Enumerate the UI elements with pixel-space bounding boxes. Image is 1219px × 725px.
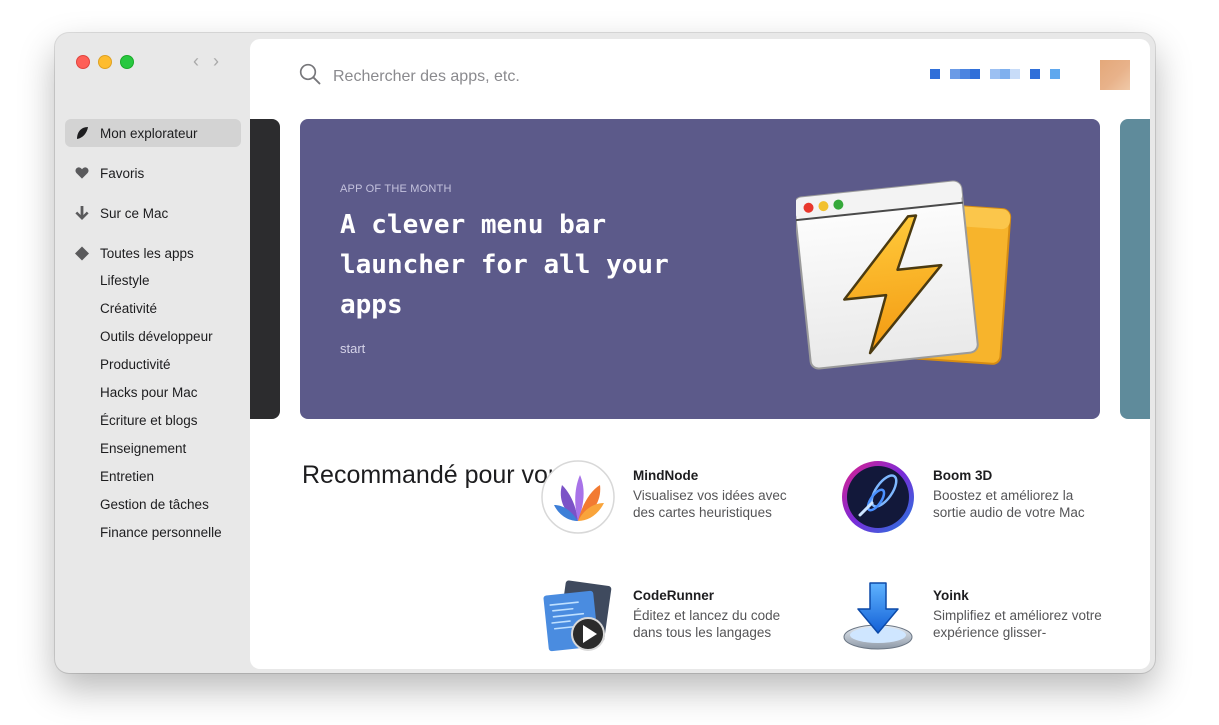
category-finance-personnelle[interactable]: Finance personnelle xyxy=(65,519,241,547)
category-ecriture-et-blogs[interactable]: Écriture et blogs xyxy=(65,407,241,435)
featured-banner[interactable]: APP OF THE MONTH A clever menu bar launc… xyxy=(300,119,1100,419)
recommended-app-boom-3d[interactable]: Boom 3D Boostez et améliorez la sortie a… xyxy=(840,459,1103,535)
app-description: Simplifiez et améliorez votre expérience… xyxy=(933,608,1102,640)
zoom-window-button[interactable] xyxy=(120,55,134,69)
boom3d-icon xyxy=(842,461,914,533)
category-gestion-de-taches[interactable]: Gestion de tâches xyxy=(65,491,241,519)
coderunner-icon xyxy=(543,580,612,652)
app-name: Boom 3D xyxy=(933,468,993,483)
category-outils-developpeur[interactable]: Outils développeur xyxy=(65,323,241,351)
navigation-arrows: ‹ › xyxy=(193,52,219,70)
category-enseignement[interactable]: Enseignement xyxy=(65,435,241,463)
search-input[interactable] xyxy=(331,66,635,87)
heart-icon xyxy=(75,166,89,180)
minimize-window-button[interactable] xyxy=(98,55,112,69)
recommended-section-title: Recommandé pour vous xyxy=(302,461,575,489)
category-entretien[interactable]: Entretien xyxy=(65,463,241,491)
sidebar-item-label: Toutes les apps xyxy=(100,245,194,261)
search-bar xyxy=(299,63,635,90)
category-productivite[interactable]: Productivité xyxy=(65,351,241,379)
recommended-app-yoink[interactable]: Yoink Simplifiez et améliorez votre expé… xyxy=(840,579,1103,655)
category-lifestyle[interactable]: Lifestyle xyxy=(65,267,241,295)
app-name: CodeRunner xyxy=(633,588,714,603)
close-window-button[interactable] xyxy=(76,55,90,69)
app-window: ‹ › Mon explorateur Favoris Sur ce Mac T… xyxy=(55,33,1155,673)
app-name: Yoink xyxy=(933,588,969,603)
diamond-icon xyxy=(75,246,89,260)
previous-banner-peek[interactable] xyxy=(250,119,280,419)
category-creativite[interactable]: Créativité xyxy=(65,295,241,323)
window-controls xyxy=(76,55,134,69)
search-icon xyxy=(299,63,321,90)
banner-headline: A clever menu bar launcher for all your … xyxy=(340,210,669,320)
start-app-icon xyxy=(796,180,1012,370)
yoink-icon xyxy=(843,582,913,650)
sidebar-item-label: Mon explorateur xyxy=(100,125,198,141)
app-name: MindNode xyxy=(633,468,699,483)
next-banner-peek[interactable] xyxy=(1120,119,1150,419)
leaf-icon xyxy=(75,126,89,140)
recommended-app-coderunner[interactable]: CodeRunner Éditez et lancez du code dans… xyxy=(540,579,803,655)
avatar[interactable] xyxy=(1100,60,1130,90)
main-content: APP OF THE MONTH A clever menu bar launc… xyxy=(250,39,1150,669)
banner-kicker: APP OF THE MONTH xyxy=(340,183,452,195)
chevron-right-icon[interactable]: › xyxy=(213,52,219,70)
mindnode-icon xyxy=(541,460,615,534)
app-description: Éditez et lancez du code dans tous les l… xyxy=(633,608,781,640)
user-name-redacted xyxy=(930,69,1060,79)
sidebar: Mon explorateur Favoris Sur ce Mac Toute… xyxy=(65,119,241,547)
app-description: Boostez et améliorez la sortie audio de … xyxy=(933,488,1085,520)
sidebar-item-label: Sur ce Mac xyxy=(100,205,169,221)
recommended-app-mindnode[interactable]: MindNode Visualisez vos idées avec des c… xyxy=(540,459,803,535)
sidebar-item-favoris[interactable]: Favoris xyxy=(65,159,241,187)
category-hacks-pour-mac[interactable]: Hacks pour Mac xyxy=(65,379,241,407)
sidebar-item-mon-explorateur[interactable]: Mon explorateur xyxy=(65,119,241,147)
chevron-left-icon[interactable]: ‹ xyxy=(193,52,199,70)
arrow-down-icon xyxy=(75,205,89,220)
sidebar-item-sur-ce-mac[interactable]: Sur ce Mac xyxy=(65,199,241,227)
app-description: Visualisez vos idées avec des cartes heu… xyxy=(633,488,787,520)
sidebar-item-label: Favoris xyxy=(100,165,145,181)
banner-app-name: start xyxy=(340,341,366,356)
sidebar-item-toutes-les-apps[interactable]: Toutes les apps xyxy=(65,239,241,267)
